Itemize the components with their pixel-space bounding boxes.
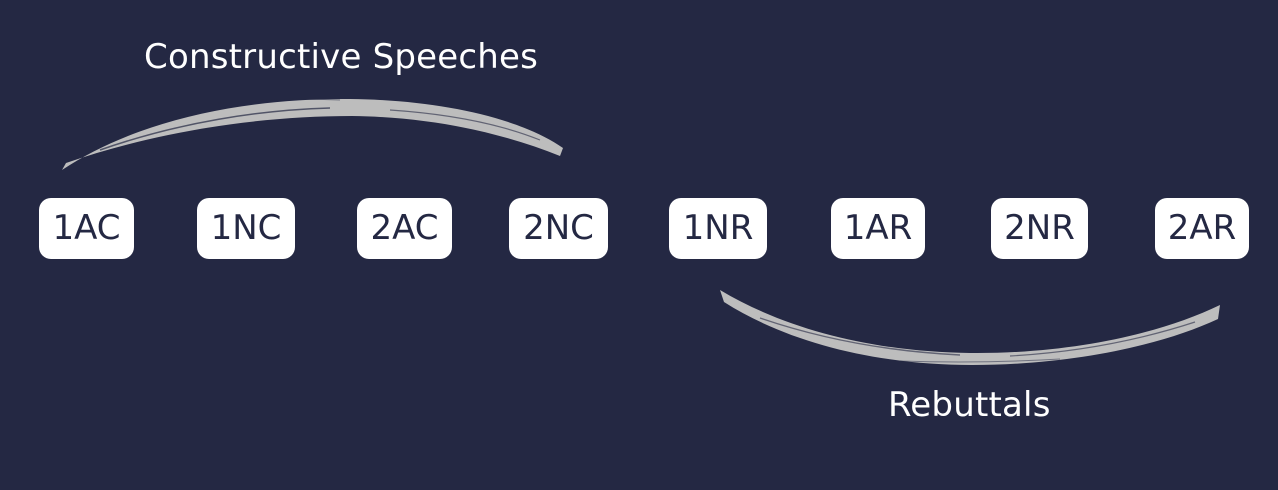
speech-chip-1nc: 1NC — [197, 198, 295, 259]
speech-chip-1nr: 1NR — [669, 198, 767, 259]
rebuttals-label: Rebuttals — [888, 385, 1051, 425]
rebuttals-brush-arc-icon — [720, 290, 1220, 365]
speech-chip-2nc: 2NC — [509, 198, 608, 259]
speech-chip-2nr: 2NR — [991, 198, 1088, 259]
constructive-brush-arc-icon — [62, 98, 563, 170]
speech-chip-2ar: 2AR — [1155, 198, 1249, 259]
debate-speech-diagram: Constructive Speeches 1AC 1NC 2AC 2NC 1N… — [0, 0, 1278, 490]
speech-chip-1ar: 1AR — [831, 198, 925, 259]
speech-chip-1ac: 1AC — [39, 198, 134, 259]
speech-chip-2ac: 2AC — [357, 198, 452, 259]
